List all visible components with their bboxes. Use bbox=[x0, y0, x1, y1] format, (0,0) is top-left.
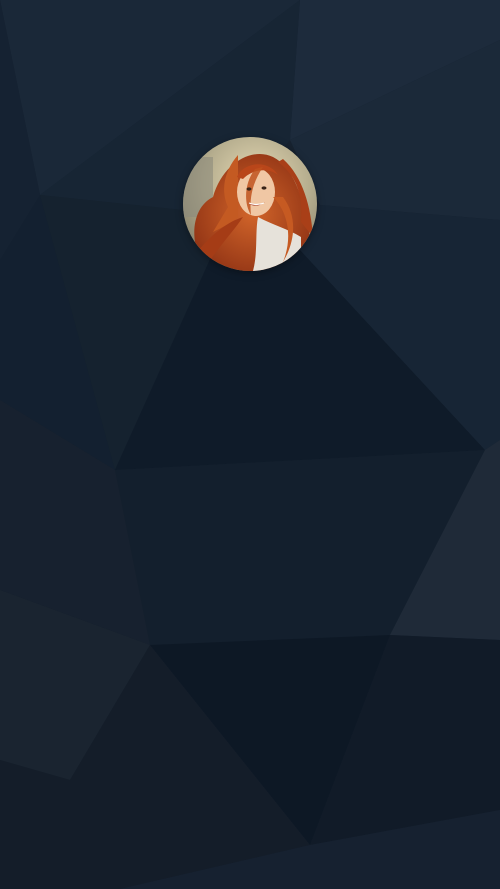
profile-screen bbox=[0, 0, 500, 889]
profile-avatar[interactable] bbox=[183, 137, 317, 271]
low-poly-background bbox=[0, 0, 500, 889]
avatar-photo bbox=[183, 137, 317, 271]
